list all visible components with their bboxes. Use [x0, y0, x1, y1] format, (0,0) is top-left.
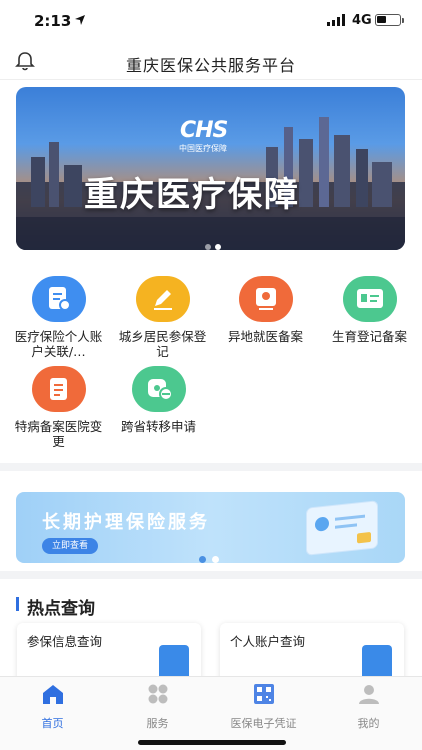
- banner-title: 重庆医疗保障: [84, 175, 300, 215]
- promo-banner[interactable]: 长期护理保险服务 立即查看: [16, 492, 405, 563]
- section-divider: [0, 463, 422, 471]
- id-card-icon: [342, 276, 397, 322]
- banner-pagination: [205, 235, 225, 250]
- home-icon: [42, 685, 63, 704]
- banner-carousel[interactable]: CHS 中国医疗保障 重庆医疗保障: [16, 87, 405, 250]
- battery-cap: [402, 18, 404, 23]
- service-maternity-filing[interactable]: 生育登记备案: [322, 276, 417, 344]
- service-medical-account-link[interactable]: 医疗保险个人账户关联/…: [11, 276, 106, 359]
- banner-dot-active: [215, 244, 221, 250]
- signal-icon: [327, 14, 345, 26]
- promo-dot: [212, 556, 219, 563]
- status-time: 2:13: [34, 12, 72, 30]
- promo-view-button[interactable]: 立即查看: [42, 538, 98, 554]
- tab-mine[interactable]: 我的: [316, 683, 421, 731]
- user-icon: [358, 685, 379, 704]
- service-label: 城乡居民参保登记: [118, 329, 207, 359]
- service-label: 生育登记备案: [331, 329, 407, 344]
- qr-code-icon: [253, 684, 274, 704]
- service-remote-medical-filing[interactable]: 异地就医备案: [218, 276, 313, 344]
- location-arrow-icon: [75, 15, 85, 25]
- service-label: 医疗保险个人账户关联/…: [14, 329, 103, 359]
- promo-dot-active: [199, 556, 206, 563]
- battery-icon: [375, 14, 401, 26]
- chs-logo: CHS: [180, 118, 228, 143]
- home-indicator: [138, 740, 286, 745]
- location-icon: [238, 276, 293, 322]
- banner-dot: [205, 244, 211, 250]
- hot-card-label: 参保信息查询: [27, 634, 103, 649]
- tab-label: 医保电子凭证: [230, 717, 297, 730]
- network-type: 4G: [352, 13, 372, 28]
- service-label: 异地就医备案: [227, 329, 303, 344]
- status-bar: 2:13 4G: [0, 0, 422, 44]
- section-divider: [0, 571, 422, 579]
- hot-section-title: 热点查询: [27, 599, 95, 619]
- tab-services[interactable]: 服务: [105, 683, 210, 731]
- tab-e-voucher[interactable]: 医保电子凭证: [211, 683, 316, 731]
- tab-label: 服务: [146, 717, 169, 730]
- hot-card-enrollment-info[interactable]: 参保信息查询: [17, 623, 201, 683]
- edit-icon: [135, 276, 190, 322]
- service-resident-enrollment[interactable]: 城乡居民参保登记: [115, 276, 210, 359]
- file-edit-icon: [31, 366, 86, 412]
- promo-title: 长期护理保险服务: [42, 512, 210, 533]
- chs-logo-subtitle: 中国医疗保障: [179, 144, 227, 153]
- service-label: 跨省转移申请: [120, 419, 196, 434]
- app-header: 重庆医保公共服务平台: [0, 44, 422, 80]
- page-title: 重庆医保公共服务平台: [125, 56, 296, 75]
- bottom-tab-bar: 首页 服务 医保电子凭证 我的: [0, 676, 422, 750]
- transfer-icon: [131, 366, 186, 412]
- service-cross-province-transfer[interactable]: 跨省转移申请: [111, 366, 206, 434]
- insurance-card-illustration: [306, 500, 378, 556]
- tab-home[interactable]: 首页: [0, 683, 105, 731]
- promo-pagination: [199, 548, 225, 563]
- service-special-disease-hospital-change[interactable]: 特病备案医院变更: [11, 366, 106, 449]
- hot-card-label: 个人账户查询: [230, 634, 306, 649]
- tab-label: 我的: [357, 717, 380, 730]
- section-accent-bar: [16, 597, 19, 611]
- service-label: 特病备案医院变更: [14, 419, 103, 449]
- grid-icon: [148, 684, 167, 704]
- document-link-icon: [31, 276, 86, 322]
- hot-card-personal-account[interactable]: 个人账户查询: [220, 623, 404, 683]
- tab-label: 首页: [41, 717, 64, 730]
